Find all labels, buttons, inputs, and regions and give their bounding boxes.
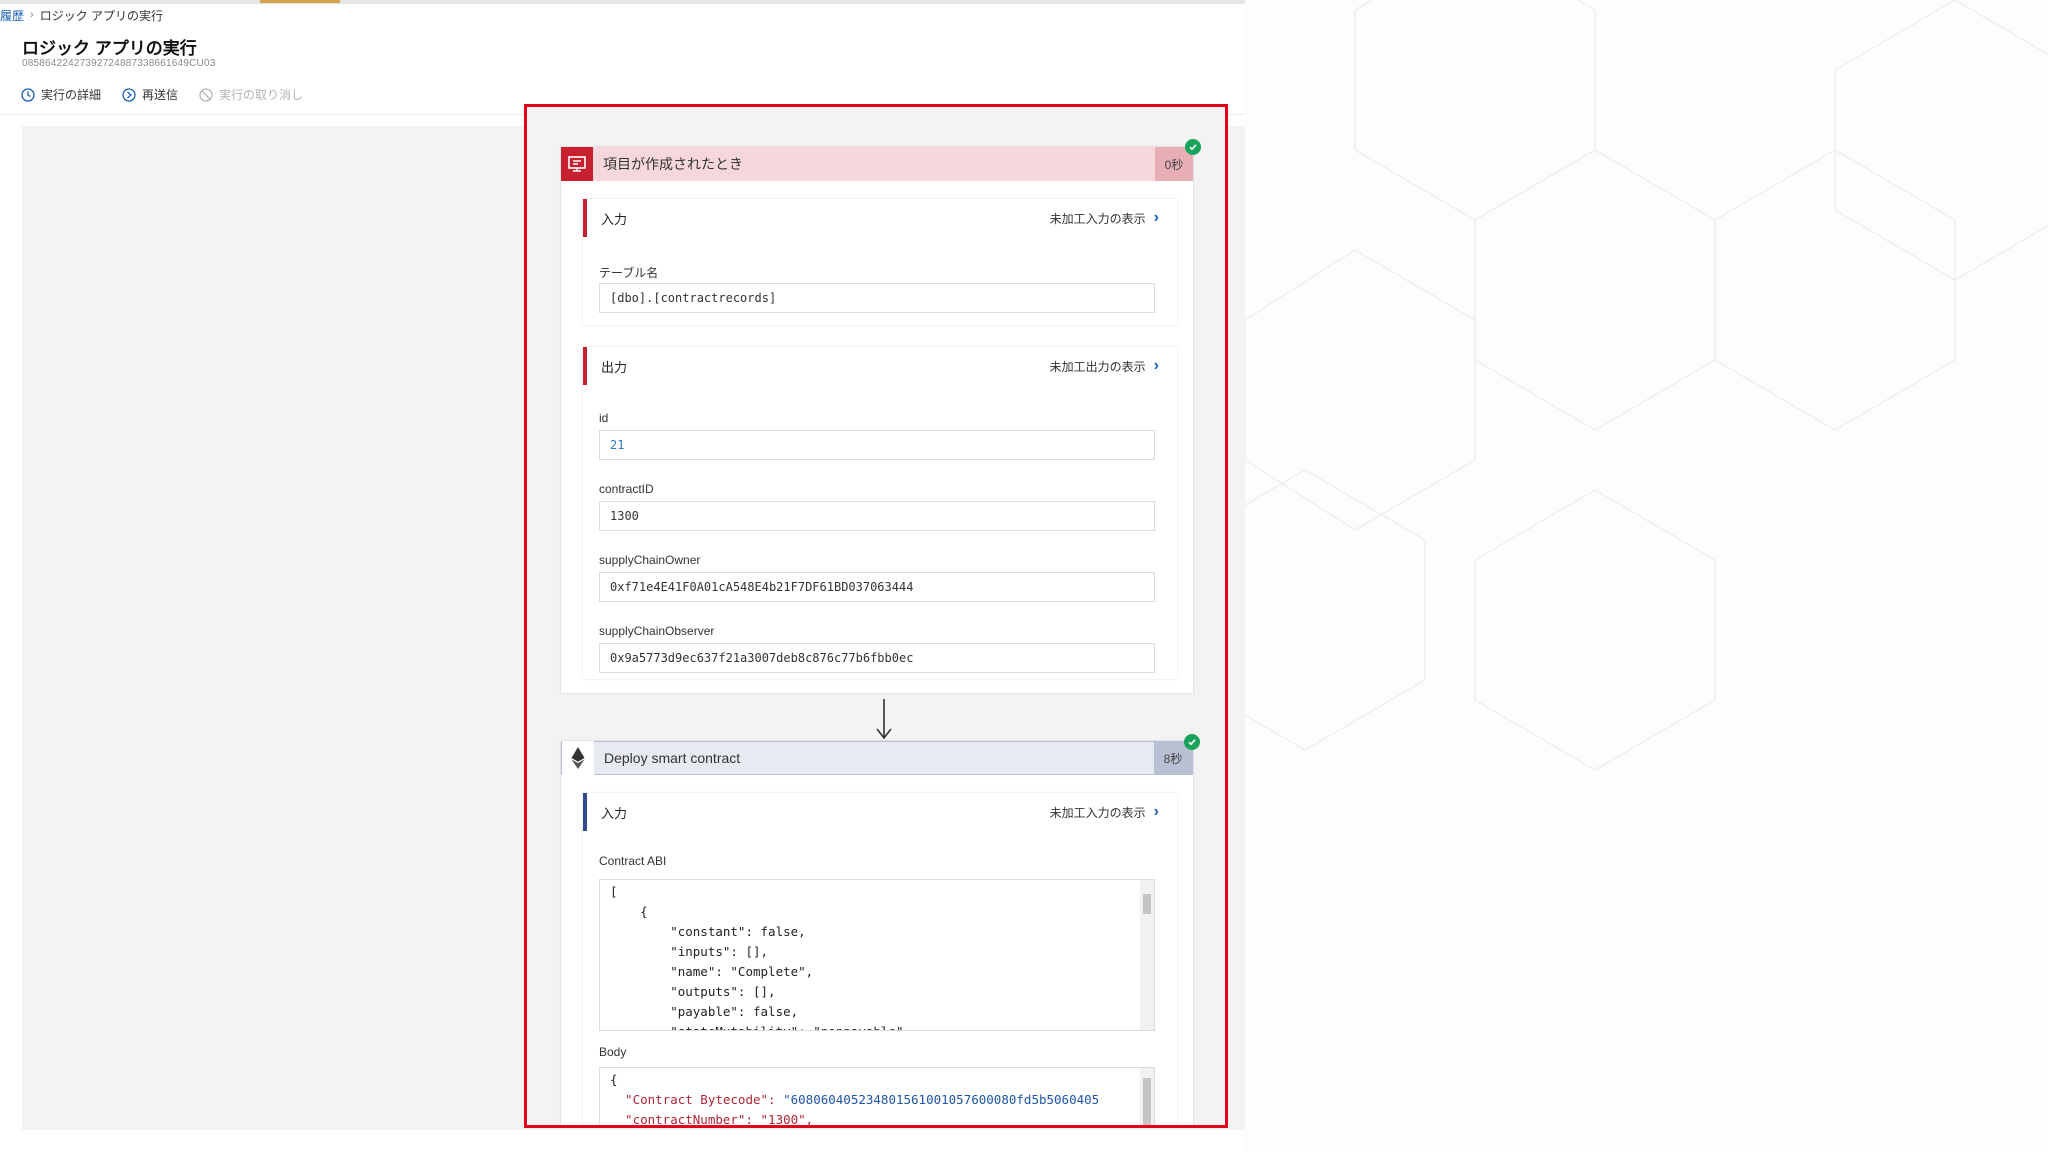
show-raw-inputs-label: 未加工入力の表示 [1049,211,1146,226]
body-scrollbar[interactable] [1140,1068,1154,1125]
success-check-icon [1184,734,1200,750]
body-key-bytecode: "Contract Bytecode": [610,1092,784,1107]
contract-abi-code[interactable]: [ { "constant": false, "inputs": [], "na… [599,879,1155,1031]
code-line: { [610,904,648,919]
field-label-observer: supplyChainObserver [599,624,715,638]
trigger-card-header[interactable]: 項目が作成されたとき 0秒 [561,139,1201,181]
cancel-icon [199,87,213,102]
code-line: "name": "Complete", [610,964,814,979]
trigger-title: 項目が作成されたとき [603,156,743,172]
chevron-right-icon: › [1153,357,1159,374]
deploy-input-title: 入力 [601,805,628,821]
deploy-title: Deploy smart contract [604,750,741,766]
body-scroll-thumb[interactable] [1143,1078,1151,1125]
field-value-observer: 0x9a5773d9ec637f21a3007deb8c876c77b6fbb0… [599,643,1155,673]
abi-scrollbar[interactable] [1140,880,1154,1030]
resubmit-icon [122,87,136,102]
deploy-contract-card: Deploy smart contract 8秒 入力 未加工入力の表示 › C… [561,734,1200,1127]
deploy-card-header[interactable]: Deploy smart contract 8秒 [561,734,1200,775]
resubmit-button[interactable]: 再送信 [121,86,178,103]
chevron-right-icon: › [1153,209,1159,226]
code-line: [ [610,884,618,899]
trigger-card: 項目が作成されたとき 0秒 入力 未加工入力の表示 › テーブル名 [dbo].… [561,139,1201,693]
code-line: "outputs": [], [610,984,776,999]
logic-app-window: 履歴 › ロジック アプリの実行 ロジック アプリの実行 08586422427… [0,0,1245,1152]
top-bar [0,0,1245,4]
sql-trigger-icon [561,147,593,181]
run-details-label: 実行の詳細 [41,88,102,102]
show-raw-inputs-link[interactable]: 未加工入力の表示 › [1050,803,1159,821]
cancel-run-button[interactable]: 実行の取り消し [198,86,303,103]
body-key-contractnumber: "contractNumber": [610,1112,761,1127]
run-id: 08586422427392724887338661649CU03 [22,58,216,69]
field-value-id: 21 [599,430,1155,460]
table-name-label: テーブル名 [599,266,659,280]
contract-abi-label: Contract ABI [599,854,667,868]
code-line: "inputs": [], [610,944,769,959]
background-pattern [1245,0,2048,1152]
body-label: Body [599,1045,627,1059]
body-value-contractnumber: "1300", [760,1112,814,1127]
history-icon [21,87,35,102]
body-code[interactable]: { "Contract Bytecode": "6080604052348015… [599,1067,1155,1127]
code-line: "Contract Bytecode": "608060405234801561… [610,1090,1154,1110]
success-check-icon [1185,139,1201,155]
table-name-value: [dbo].[contractrecords] [599,283,1155,313]
code-line: "contractNumber": "1300", [610,1110,1154,1127]
code-line: "stateMutability": "nonpayable" [610,1022,1154,1030]
breadcrumb: 履歴 › ロジック アプリの実行 [0,6,163,24]
body-value-bytecode: "608060405234801561001057600080fd5b50604… [783,1092,1100,1107]
abi-scroll-thumb[interactable] [1143,894,1151,914]
trigger-input-header: 入力 未加工入力の表示 › [583,199,1177,237]
progress-accent [260,0,340,3]
flow-arrow-icon [876,699,892,740]
hexagon-pattern [1245,0,2048,771]
chevron-right-icon: › [1153,803,1159,820]
show-raw-outputs-label: 未加工出力の表示 [1049,359,1146,374]
code-line: "constant": false, [610,924,806,939]
field-label-owner: supplyChainOwner [599,553,701,567]
show-raw-inputs-label: 未加工入力の表示 [1049,805,1146,820]
highlight-frame: 項目が作成されたとき 0秒 入力 未加工入力の表示 › テーブル名 [dbo].… [524,104,1228,1128]
code-line: { [610,1072,618,1087]
code-line: "payable": false, [610,1004,799,1019]
output-section-title: 出力 [601,359,628,375]
deploy-input-header: 入力 未加工入力の表示 › [583,793,1177,831]
ethereum-icon [562,741,594,775]
breadcrumb-separator: › [30,9,34,21]
cancel-run-label: 実行の取り消し [219,88,304,102]
show-raw-inputs-link[interactable]: 未加工入力の表示 › [1050,209,1159,227]
toolbar: 実行の詳細 再送信 実行の取り消し [20,86,303,103]
page-title: ロジック アプリの実行 [22,39,197,58]
show-raw-outputs-link[interactable]: 未加工出力の表示 › [1050,357,1159,375]
field-value-owner: 0xf71e4E41F0A01cA548E4b21F7DF61BD0370634… [599,572,1155,602]
trigger-output-header: 出力 未加工出力の表示 › [583,347,1177,385]
breadcrumb-history-link[interactable]: 履歴 [0,7,24,24]
run-details-button[interactable]: 実行の詳細 [20,86,101,103]
breadcrumb-current: ロジック アプリの実行 [39,8,164,23]
field-label-contractid: contractID [599,482,654,496]
field-label-id: id [599,411,609,425]
field-value-contractid: 1300 [599,501,1155,531]
resubmit-label: 再送信 [142,88,179,102]
input-section-title: 入力 [601,211,628,227]
